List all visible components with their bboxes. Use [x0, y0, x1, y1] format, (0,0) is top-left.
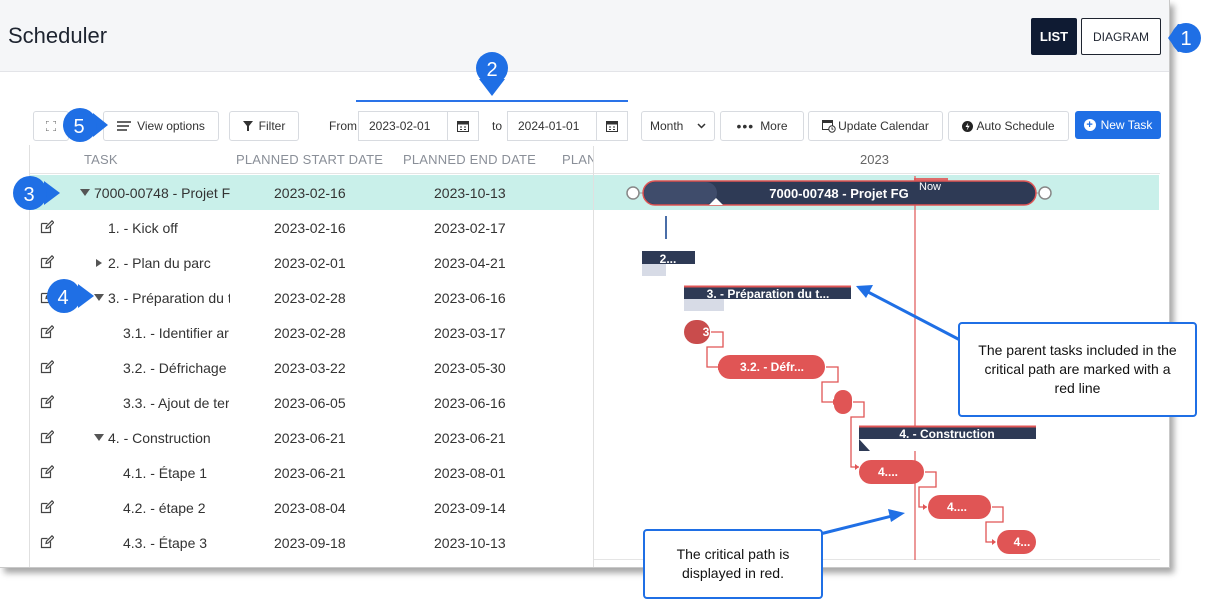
badge-3: 3 [13, 176, 60, 210]
svg-text:3: 3 [23, 184, 34, 206]
svg-text:5: 5 [73, 116, 84, 138]
arrow-critical [819, 514, 893, 536]
badge-2: 2 [476, 52, 508, 96]
badge-4: 4 [47, 279, 94, 313]
callout-critical-path: The critical path is displayed in red. [643, 529, 823, 599]
svg-text:4: 4 [57, 287, 68, 309]
annotation-overlay: 1 2 3 4 5 [13, 23, 1201, 536]
callout-parent-critical: The parent tasks included in the critica… [958, 322, 1197, 417]
svg-text:1: 1 [1180, 28, 1191, 50]
badge-5: 5 [63, 108, 108, 142]
arrow-parent [867, 290, 961, 342]
svg-text:2: 2 [486, 59, 497, 81]
badge-1: 1 [1168, 23, 1201, 53]
